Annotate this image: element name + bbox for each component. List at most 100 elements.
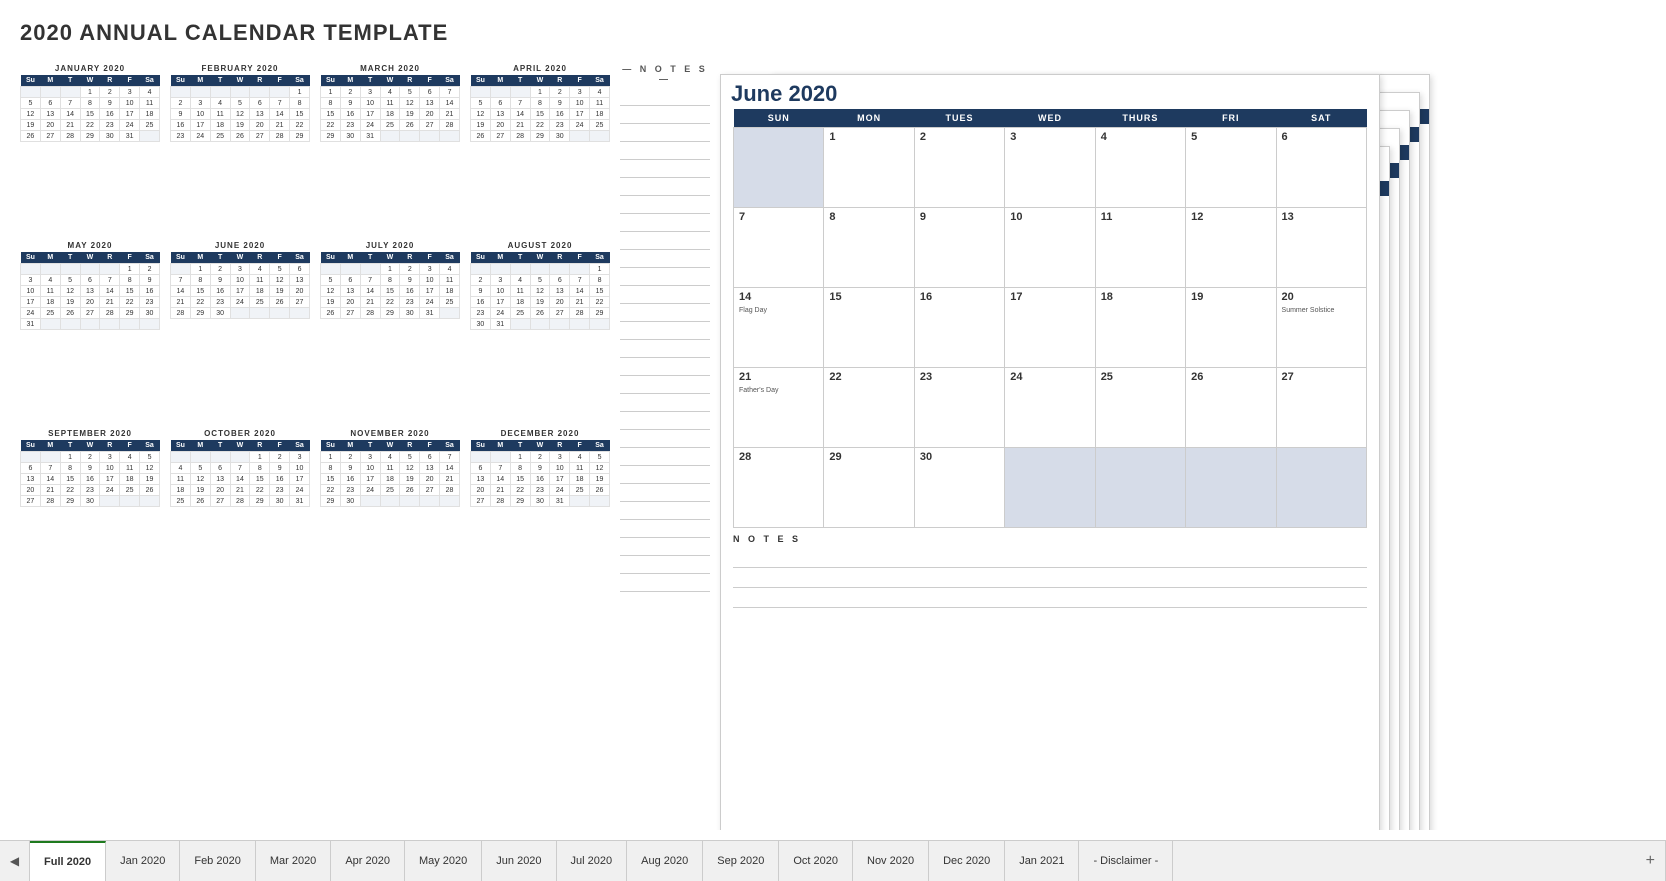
table-row: 1234567	[321, 452, 460, 463]
add-tab-button[interactable]: +	[1636, 841, 1666, 881]
day-cell: 10	[290, 463, 310, 474]
day-cell: 14	[270, 109, 290, 120]
day-cell	[471, 87, 491, 98]
day-cell: 4	[140, 87, 160, 98]
day-header: Su	[321, 75, 341, 87]
day-cell: 13	[471, 474, 491, 485]
day-cell: 3	[21, 275, 41, 286]
mini-month-table: SuMTWRFSa1234567891011121314151617181920…	[320, 440, 460, 507]
day-cell: 15	[60, 474, 80, 485]
mini-month-title: JULY 2020	[320, 241, 460, 250]
day-cell: 13	[420, 98, 440, 109]
day-cell: 30	[80, 496, 100, 507]
tab-item[interactable]: Apr 2020	[331, 841, 405, 881]
table-row: 23242526272829	[471, 308, 610, 319]
mini-month-table: SuMTWRFSa1234567891011121314151617181920…	[170, 252, 310, 319]
day-cell	[80, 319, 100, 330]
day-cell: 11	[440, 275, 460, 286]
tab-item[interactable]: Aug 2020	[627, 841, 703, 881]
day-cell: 26	[471, 131, 491, 142]
tab-item[interactable]: Nov 2020	[853, 841, 929, 881]
day-cell: 25	[250, 297, 270, 308]
table-row: 13141516171819	[21, 474, 160, 485]
tab-item[interactable]: Feb 2020	[180, 841, 255, 881]
day-cell: 22	[60, 485, 80, 496]
day-cell: 29	[510, 496, 530, 507]
tab-item[interactable]: Jul 2020	[557, 841, 628, 881]
day-cell: 5	[400, 452, 420, 463]
tab-item[interactable]: Mar 2020	[256, 841, 331, 881]
day-cell: 12	[21, 109, 41, 120]
day-cell: 8	[250, 463, 270, 474]
day-cell	[510, 87, 530, 98]
day-cell: 2	[550, 87, 570, 98]
day-cell: 1	[290, 87, 310, 98]
table-row: 25262728293031	[171, 496, 310, 507]
day-cell: 1	[60, 452, 80, 463]
table-row: 12131415161718	[21, 109, 160, 120]
mini-month-title: MAY 2020	[20, 241, 160, 250]
tab-item[interactable]: Oct 2020	[779, 841, 853, 881]
mini-month-12: DECEMBER 2020SuMTWRFSa123456789101112131…	[470, 429, 610, 592]
table-row: 23242526272829	[171, 131, 310, 142]
table-row: 123456	[171, 264, 310, 275]
day-header: Sa	[140, 252, 160, 264]
day-header: F	[570, 75, 590, 87]
jun-title: June 2020	[721, 75, 1379, 109]
tab-item[interactable]: Jan 2020	[106, 841, 180, 881]
day-cell: 28	[100, 308, 120, 319]
day-cell: 15	[290, 109, 310, 120]
tab-item[interactable]: - Disclaimer -	[1079, 841, 1173, 881]
table-row: 12345	[21, 452, 160, 463]
day-cell: 20	[490, 120, 510, 131]
day-cell: 20	[471, 485, 491, 496]
day-cell	[171, 87, 191, 98]
day-cell: 4	[250, 264, 270, 275]
note-line	[620, 358, 710, 376]
day-cell	[360, 264, 380, 275]
day-header: Sa	[140, 75, 160, 87]
note-line	[620, 412, 710, 430]
day-cell: 11	[570, 463, 590, 474]
day-cell	[510, 319, 530, 330]
day-cell: 18	[140, 109, 160, 120]
day-cell: 7	[440, 87, 460, 98]
tab-item[interactable]: Jan 2021	[1005, 841, 1079, 881]
day-header: Su	[471, 75, 491, 87]
day-cell: 26	[530, 308, 550, 319]
june-notes-label: N O T E S	[733, 534, 1367, 544]
day-cell: 25	[570, 485, 590, 496]
day-cell: 15	[120, 286, 140, 297]
tab-item[interactable]: Sep 2020	[703, 841, 779, 881]
col-sun: SUN	[734, 109, 824, 128]
day-cell: 5	[21, 98, 41, 109]
day-cell	[570, 496, 590, 507]
day-cell: 2	[80, 452, 100, 463]
tab-item[interactable]: Jun 2020	[482, 841, 556, 881]
day-cell: 1	[590, 264, 610, 275]
day-cell: 13	[80, 286, 100, 297]
empty-cell	[1005, 448, 1095, 528]
day-header: W	[80, 440, 100, 452]
day-cell: 5	[590, 452, 610, 463]
day-header: Su	[321, 252, 341, 264]
tab-item[interactable]: Dec 2020	[929, 841, 1005, 881]
day-header: Sa	[440, 252, 460, 264]
day-header: T	[360, 252, 380, 264]
day-cell	[40, 452, 60, 463]
tab-nav-left[interactable]: ◀	[0, 841, 30, 881]
table-row: 12131415161718	[471, 109, 610, 120]
mini-month-11: NOVEMBER 2020SuMTWRFSa123456789101112131…	[320, 429, 460, 592]
tab-item[interactable]: Full 2020	[30, 841, 106, 881]
day-cell: 16	[550, 109, 570, 120]
note-line	[620, 448, 710, 466]
day-header: F	[570, 440, 590, 452]
day-cell: 28	[171, 308, 191, 319]
day-cell: 24	[100, 485, 120, 496]
tab-item[interactable]: May 2020	[405, 841, 482, 881]
day-10: 10	[1005, 208, 1095, 288]
day-19: 19	[1186, 288, 1276, 368]
notes-lines	[620, 88, 710, 592]
day-cell: 21	[510, 120, 530, 131]
table-row: 6789101112	[471, 463, 610, 474]
